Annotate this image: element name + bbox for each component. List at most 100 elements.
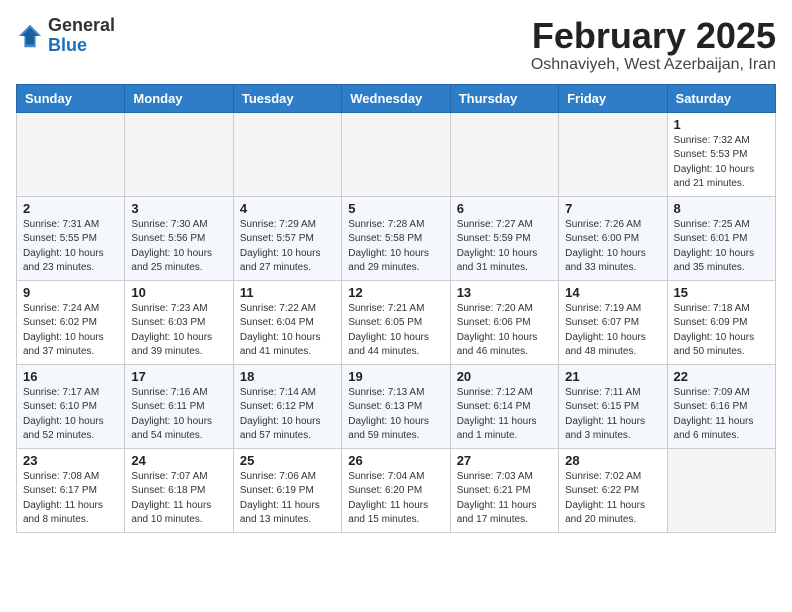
weekday-header-tuesday: Tuesday xyxy=(233,84,341,112)
day-info: Sunrise: 7:12 AM Sunset: 6:14 PM Dayligh… xyxy=(457,386,552,444)
calendar-day-cell xyxy=(125,112,233,196)
calendar-day-cell: 7Sunrise: 7:26 AM Sunset: 6:00 PM Daylig… xyxy=(559,196,667,280)
day-info: Sunrise: 7:04 AM Sunset: 6:20 PM Dayligh… xyxy=(348,470,443,528)
day-number: 10 xyxy=(131,285,226,300)
calendar-day-cell: 18 Sunrise: 7:14 AM Sunset: 6:12 PM Dayli… xyxy=(233,364,341,448)
day-number: 17 xyxy=(131,369,226,384)
day-info: Sunrise: 7:29 AM Sunset: 5:57 PM Dayligh… xyxy=(240,218,335,276)
day-info: Sunrise: 7:24 AM Sunset: 6:02 PM Dayligh… xyxy=(23,302,118,360)
calendar-day-cell: 19Sunrise: 7:13 AM Sunset: 6:13 PM Dayli… xyxy=(342,364,450,448)
weekday-header-wednesday: Wednesday xyxy=(342,84,450,112)
day-info: Sunrise: 7:03 AM Sunset: 6:21 PM Dayligh… xyxy=(457,470,552,528)
calendar-week-row: 23 Sunrise: 7:08 AM Sunset: 6:17 PM Dayli… xyxy=(17,448,776,532)
calendar-day-cell: 20 Sunrise: 7:12 AM Sunset: 6:14 PM Dayli… xyxy=(450,364,558,448)
page-header: General Blue February 2025 Oshnaviyeh, W… xyxy=(16,16,776,74)
calendar-day-cell xyxy=(233,112,341,196)
logo-text: General Blue xyxy=(48,16,115,56)
calendar-day-cell: 28 Sunrise: 7:02 AM Sunset: 6:22 PM Dayli… xyxy=(559,448,667,532)
day-number: 9 xyxy=(23,285,118,300)
weekday-header-sunday: Sunday xyxy=(17,84,125,112)
day-number: 24 xyxy=(131,453,226,468)
calendar-day-cell: 8Sunrise: 7:25 AM Sunset: 6:01 PM Daylig… xyxy=(667,196,775,280)
calendar-day-cell: 1 Sunrise: 7:32 AM Sunset: 5:53 PM Daylig… xyxy=(667,112,775,196)
day-info: Sunrise: 7:18 AM Sunset: 6:09 PM Dayligh… xyxy=(674,302,769,360)
day-info: Sunrise: 7:17 AM Sunset: 6:10 PM Dayligh… xyxy=(23,386,118,444)
day-info: Sunrise: 7:06 AM Sunset: 6:19 PM Dayligh… xyxy=(240,470,335,528)
weekday-header-thursday: Thursday xyxy=(450,84,558,112)
day-info: Sunrise: 7:20 AM Sunset: 6:06 PM Dayligh… xyxy=(457,302,552,360)
calendar-day-cell: 17 Sunrise: 7:16 AM Sunset: 6:11 PM Dayli… xyxy=(125,364,233,448)
calendar-day-cell xyxy=(342,112,450,196)
calendar-day-cell: 6 Sunrise: 7:27 AM Sunset: 5:59 PM Daylig… xyxy=(450,196,558,280)
day-info: Sunrise: 7:11 AM Sunset: 6:15 PM Dayligh… xyxy=(565,386,660,444)
calendar-week-row: 9 Sunrise: 7:24 AM Sunset: 6:02 PM Daylig… xyxy=(17,280,776,364)
calendar-day-cell xyxy=(450,112,558,196)
day-info: Sunrise: 7:30 AM Sunset: 5:56 PM Dayligh… xyxy=(131,218,226,276)
calendar-day-cell xyxy=(667,448,775,532)
day-info: Sunrise: 7:14 AM Sunset: 6:12 PM Dayligh… xyxy=(240,386,335,444)
calendar-day-cell: 3 Sunrise: 7:30 AM Sunset: 5:56 PM Daylig… xyxy=(125,196,233,280)
day-number: 7 xyxy=(565,201,660,216)
day-number: 5 xyxy=(348,201,443,216)
weekday-header-saturday: Saturday xyxy=(667,84,775,112)
calendar-day-cell: 9 Sunrise: 7:24 AM Sunset: 6:02 PM Daylig… xyxy=(17,280,125,364)
logo: General Blue xyxy=(16,16,115,56)
day-number: 11 xyxy=(240,285,335,300)
day-info: Sunrise: 7:08 AM Sunset: 6:17 PM Dayligh… xyxy=(23,470,118,528)
day-number: 4 xyxy=(240,201,335,216)
day-number: 27 xyxy=(457,453,552,468)
day-info: Sunrise: 7:23 AM Sunset: 6:03 PM Dayligh… xyxy=(131,302,226,360)
calendar-week-row: 2Sunrise: 7:31 AM Sunset: 5:55 PM Daylig… xyxy=(17,196,776,280)
calendar-day-cell: 13 Sunrise: 7:20 AM Sunset: 6:06 PM Dayli… xyxy=(450,280,558,364)
title-block: February 2025 Oshnaviyeh, West Azerbaija… xyxy=(531,16,776,74)
day-number: 3 xyxy=(131,201,226,216)
day-number: 13 xyxy=(457,285,552,300)
day-number: 14 xyxy=(565,285,660,300)
month-year-title: February 2025 xyxy=(531,16,776,56)
calendar-day-cell: 21 Sunrise: 7:11 AM Sunset: 6:15 PM Dayli… xyxy=(559,364,667,448)
day-number: 1 xyxy=(674,117,769,132)
day-number: 20 xyxy=(457,369,552,384)
weekday-header-friday: Friday xyxy=(559,84,667,112)
day-number: 6 xyxy=(457,201,552,216)
day-info: Sunrise: 7:22 AM Sunset: 6:04 PM Dayligh… xyxy=(240,302,335,360)
day-number: 26 xyxy=(348,453,443,468)
day-number: 15 xyxy=(674,285,769,300)
day-info: Sunrise: 7:32 AM Sunset: 5:53 PM Dayligh… xyxy=(674,134,769,192)
day-number: 25 xyxy=(240,453,335,468)
day-info: Sunrise: 7:09 AM Sunset: 6:16 PM Dayligh… xyxy=(674,386,769,444)
calendar-day-cell xyxy=(559,112,667,196)
calendar-day-cell: 4 Sunrise: 7:29 AM Sunset: 5:57 PM Daylig… xyxy=(233,196,341,280)
day-info: Sunrise: 7:02 AM Sunset: 6:22 PM Dayligh… xyxy=(565,470,660,528)
day-number: 2 xyxy=(23,201,118,216)
calendar-day-cell: 26 Sunrise: 7:04 AM Sunset: 6:20 PM Dayli… xyxy=(342,448,450,532)
weekday-header-monday: Monday xyxy=(125,84,233,112)
calendar-table: SundayMondayTuesdayWednesdayThursdayFrid… xyxy=(16,84,776,533)
day-info: Sunrise: 7:19 AM Sunset: 6:07 PM Dayligh… xyxy=(565,302,660,360)
calendar-day-cell: 2Sunrise: 7:31 AM Sunset: 5:55 PM Daylig… xyxy=(17,196,125,280)
weekday-header-row: SundayMondayTuesdayWednesdayThursdayFrid… xyxy=(17,84,776,112)
day-number: 23 xyxy=(23,453,118,468)
calendar-day-cell: 24Sunrise: 7:07 AM Sunset: 6:18 PM Dayli… xyxy=(125,448,233,532)
calendar-day-cell: 10 Sunrise: 7:23 AM Sunset: 6:03 PM Dayli… xyxy=(125,280,233,364)
day-number: 8 xyxy=(674,201,769,216)
day-info: Sunrise: 7:27 AM Sunset: 5:59 PM Dayligh… xyxy=(457,218,552,276)
calendar-day-cell: 11 Sunrise: 7:22 AM Sunset: 6:04 PM Dayli… xyxy=(233,280,341,364)
calendar-day-cell: 15 Sunrise: 7:18 AM Sunset: 6:09 PM Dayli… xyxy=(667,280,775,364)
calendar-day-cell: 25 Sunrise: 7:06 AM Sunset: 6:19 PM Dayli… xyxy=(233,448,341,532)
day-info: Sunrise: 7:16 AM Sunset: 6:11 PM Dayligh… xyxy=(131,386,226,444)
day-number: 12 xyxy=(348,285,443,300)
calendar-week-row: 1 Sunrise: 7:32 AM Sunset: 5:53 PM Daylig… xyxy=(17,112,776,196)
calendar-day-cell: 23 Sunrise: 7:08 AM Sunset: 6:17 PM Dayli… xyxy=(17,448,125,532)
calendar-day-cell: 22Sunrise: 7:09 AM Sunset: 6:16 PM Dayli… xyxy=(667,364,775,448)
day-info: Sunrise: 7:21 AM Sunset: 6:05 PM Dayligh… xyxy=(348,302,443,360)
calendar-week-row: 16 Sunrise: 7:17 AM Sunset: 6:10 PM Dayli… xyxy=(17,364,776,448)
logo-icon xyxy=(16,22,44,50)
day-info: Sunrise: 7:28 AM Sunset: 5:58 PM Dayligh… xyxy=(348,218,443,276)
location-subtitle: Oshnaviyeh, West Azerbaijan, Iran xyxy=(531,56,776,74)
day-number: 16 xyxy=(23,369,118,384)
day-number: 28 xyxy=(565,453,660,468)
day-info: Sunrise: 7:13 AM Sunset: 6:13 PM Dayligh… xyxy=(348,386,443,444)
day-number: 18 xyxy=(240,369,335,384)
day-number: 21 xyxy=(565,369,660,384)
